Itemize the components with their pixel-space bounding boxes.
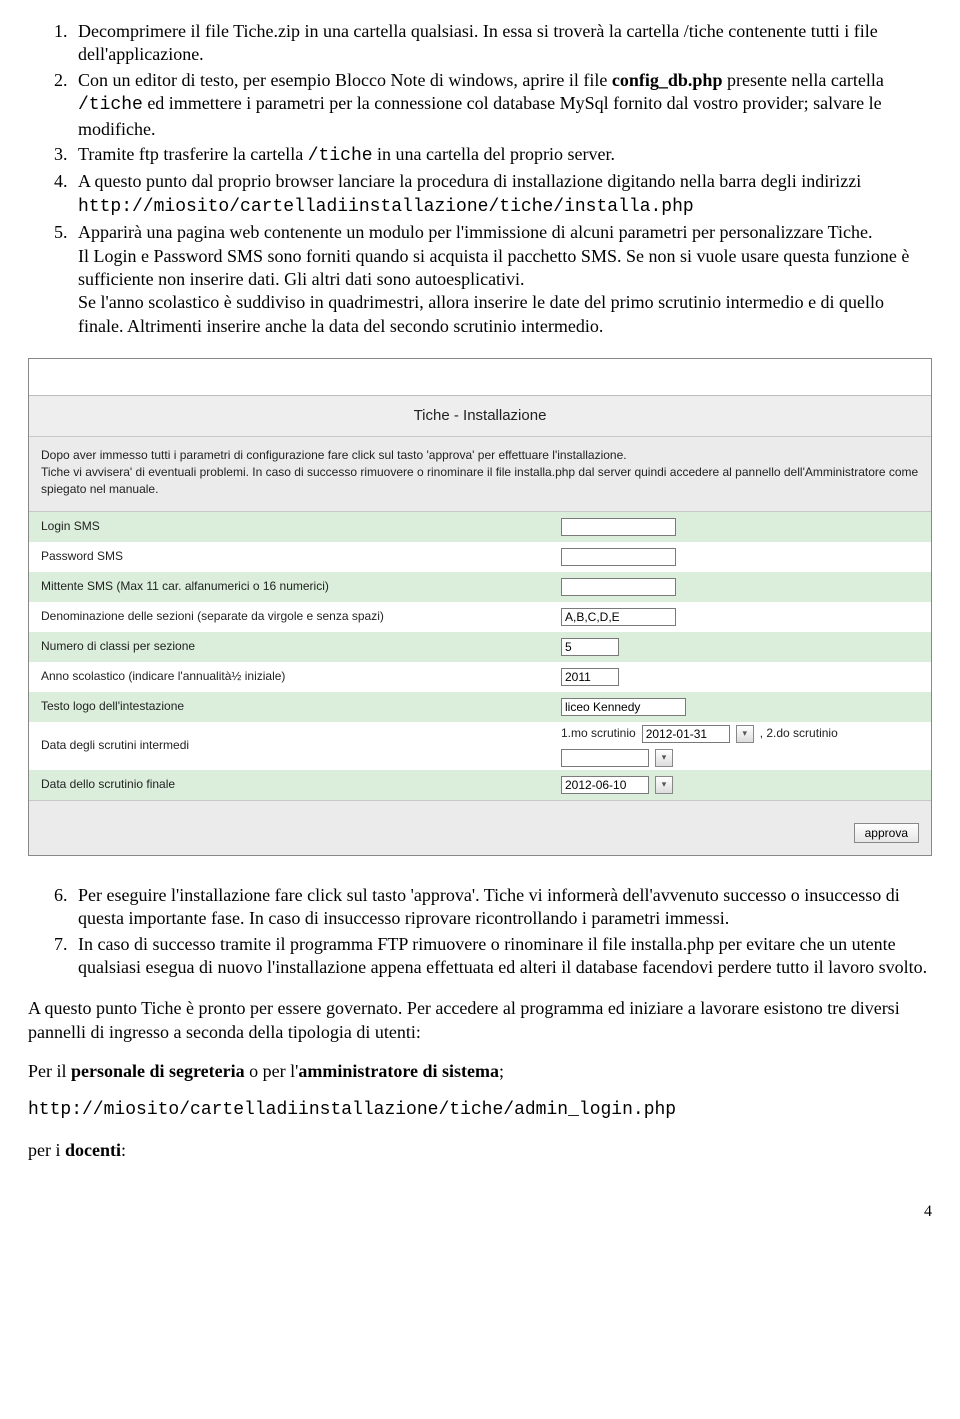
p3-b: docenti bbox=[65, 1140, 121, 1160]
step-5: Apparirà una pagina web contenente un mo… bbox=[72, 221, 932, 338]
panel-desc-line1: Dopo aver immesso tutti i parametri di c… bbox=[41, 448, 627, 462]
datepicker-button-1[interactable]: ▾ bbox=[736, 725, 754, 743]
label-anno: Anno scolastico (indicare l'annualità½ i… bbox=[41, 669, 561, 685]
row-testo-logo: Testo logo dell'intestazione bbox=[29, 692, 931, 722]
label-password-sms: Password SMS bbox=[41, 549, 561, 565]
p3-c: : bbox=[121, 1140, 126, 1160]
scrutinio1-label: 1.mo scrutinio bbox=[561, 726, 636, 742]
instructions-list-2: Per eseguire l'installazione fare click … bbox=[28, 884, 932, 980]
label-login-sms: Login SMS bbox=[41, 519, 561, 535]
input-anno[interactable] bbox=[561, 668, 619, 686]
step-5-text-c: Se l'anno scolastico è suddiviso in quad… bbox=[78, 292, 884, 335]
p3-a: per i bbox=[28, 1140, 65, 1160]
step-2-text-c: presente nella cartella bbox=[722, 70, 883, 90]
scrutinio2-label: , 2.do scrutinio bbox=[760, 726, 838, 742]
input-scrutinio-finale-date[interactable] bbox=[561, 776, 649, 794]
paragraph-ready: A questo punto Tiche è pronto per essere… bbox=[28, 997, 932, 1044]
input-mittente-sms[interactable] bbox=[561, 578, 676, 596]
row-login-sms: Login SMS bbox=[29, 512, 931, 542]
input-login-sms[interactable] bbox=[561, 518, 676, 536]
step-4: A questo punto dal proprio browser lanci… bbox=[72, 170, 932, 219]
step-5-text-b: Il Login e Password SMS sono forniti qua… bbox=[78, 246, 909, 289]
p2-a: Per il bbox=[28, 1061, 71, 1081]
page-number: 4 bbox=[28, 1202, 932, 1223]
step-4-text-a: A questo punto dal proprio browser lanci… bbox=[78, 171, 861, 191]
step-3-path: /tiche bbox=[308, 146, 373, 166]
instructions-list-1: Decomprimere il file Tiche.zip in una ca… bbox=[28, 20, 932, 338]
panel-description: Dopo aver immesso tutti i parametri di c… bbox=[29, 437, 931, 512]
paragraph-docenti: per i docenti: bbox=[28, 1139, 932, 1162]
step-2-path: /tiche bbox=[78, 95, 143, 115]
label-testo-logo: Testo logo dell'intestazione bbox=[41, 699, 561, 715]
label-num-classi: Numero di classi per sezione bbox=[41, 639, 561, 655]
admin-login-url: http://miosito/cartelladiinstallazione/t… bbox=[28, 1099, 932, 1122]
row-scrutinio-finale: Data dello scrutinio finale ▾ bbox=[29, 770, 931, 800]
panel-desc-line2: Tiche vi avvisera' di eventuali problemi… bbox=[41, 465, 918, 496]
panel-top-spacer bbox=[29, 359, 931, 396]
row-denom-sezioni: Denominazione delle sezioni (separate da… bbox=[29, 602, 931, 632]
label-scrutini-intermedi: Data degli scrutini intermedi bbox=[41, 738, 561, 754]
step-2-text-a: Con un editor di testo, per esempio Bloc… bbox=[78, 70, 612, 90]
step-1-text: Decomprimere il file Tiche.zip in una ca… bbox=[78, 21, 878, 64]
label-scrutinio-finale: Data dello scrutinio finale bbox=[41, 777, 561, 793]
step-6: Per eseguire l'installazione fare click … bbox=[72, 884, 932, 931]
label-mittente-sms: Mittente SMS (Max 11 car. alfanumerici o… bbox=[41, 579, 561, 595]
step-3-text-c: in una cartella del proprio server. bbox=[373, 144, 615, 164]
row-num-classi: Numero di classi per sezione bbox=[29, 632, 931, 662]
label-denom-sezioni: Denominazione delle sezioni (separate da… bbox=[41, 609, 561, 625]
p2-e: ; bbox=[499, 1061, 504, 1081]
input-num-classi[interactable] bbox=[561, 638, 619, 656]
input-scrutinio1-date[interactable] bbox=[642, 725, 730, 743]
panel-title: Tiche - Installazione bbox=[29, 396, 931, 437]
step-6-text: Per eseguire l'installazione fare click … bbox=[78, 885, 900, 928]
step-2-filename: config_db.php bbox=[612, 70, 723, 90]
p2-d: amministratore di sistema bbox=[298, 1061, 499, 1081]
p2-b: personale di segreteria bbox=[71, 1061, 245, 1081]
input-password-sms[interactable] bbox=[561, 548, 676, 566]
input-denom-sezioni[interactable] bbox=[561, 608, 676, 626]
row-password-sms: Password SMS bbox=[29, 542, 931, 572]
panel-actions: approva bbox=[29, 800, 931, 855]
approve-button[interactable]: approva bbox=[854, 823, 919, 843]
step-2: Con un editor di testo, per esempio Bloc… bbox=[72, 69, 932, 141]
step-7: In caso di successo tramite il programma… bbox=[72, 933, 932, 980]
step-7-text: In caso di successo tramite il programma… bbox=[78, 934, 927, 977]
paragraph-segreteria: Per il personale di segreteria o per l'a… bbox=[28, 1060, 932, 1083]
installer-panel: Tiche - Installazione Dopo aver immesso … bbox=[28, 358, 932, 856]
input-testo-logo[interactable] bbox=[561, 698, 686, 716]
row-anno: Anno scolastico (indicare l'annualità½ i… bbox=[29, 662, 931, 692]
step-4-url: http://miosito/cartelladiinstallazione/t… bbox=[78, 197, 694, 217]
row-mittente-sms: Mittente SMS (Max 11 car. alfanumerici o… bbox=[29, 572, 931, 602]
step-3: Tramite ftp trasferire la cartella /tich… bbox=[72, 143, 932, 168]
step-1: Decomprimere il file Tiche.zip in una ca… bbox=[72, 20, 932, 67]
datepicker-button-3[interactable]: ▾ bbox=[655, 776, 673, 794]
step-3-text-a: Tramite ftp trasferire la cartella bbox=[78, 144, 308, 164]
step-2-text-e: ed immettere i parametri per la connessi… bbox=[78, 93, 882, 138]
p2-c: o per l' bbox=[245, 1061, 299, 1081]
input-scrutinio2-date[interactable] bbox=[561, 749, 649, 767]
step-5-text-a: Apparirà una pagina web contenente un mo… bbox=[78, 222, 873, 242]
row-scrutini-intermedi: Data degli scrutini intermedi 1.mo scrut… bbox=[29, 722, 931, 770]
datepicker-button-2[interactable]: ▾ bbox=[655, 749, 673, 767]
